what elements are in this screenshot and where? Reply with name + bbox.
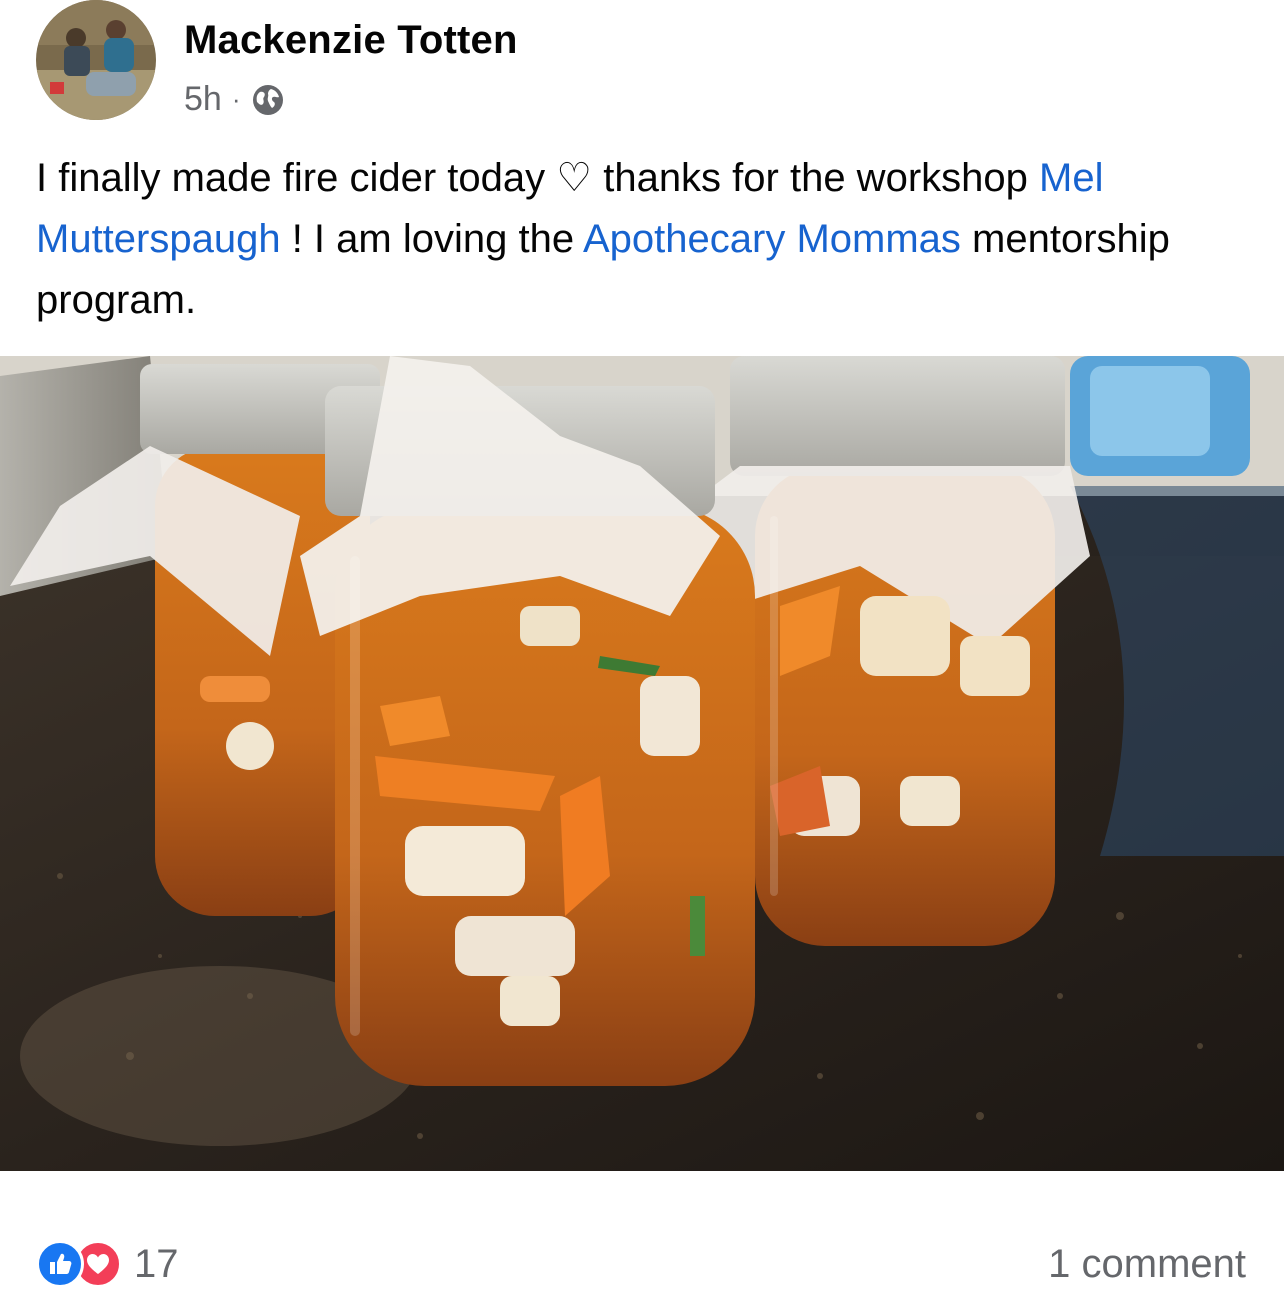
post-text-part1: I finally made fire cider today ♡ thanks… (36, 156, 1039, 200)
reaction-count: 17 (134, 1241, 179, 1286)
post-header: Mackenzie Totten 5h · (36, 0, 1256, 120)
mention-apothecary-mommas[interactable]: Apothecary Mommas (583, 217, 961, 261)
comments-count-link[interactable]: 1 comment (1048, 1242, 1246, 1287)
post-footer: 17 1 comment (36, 1232, 1246, 1292)
post-meta: 5h · (184, 80, 285, 119)
post-time[interactable]: 5h (184, 80, 222, 119)
reactions-summary[interactable]: 17 (36, 1240, 179, 1288)
globe-icon[interactable] (251, 83, 285, 117)
author-name[interactable]: Mackenzie Totten (184, 18, 518, 63)
avatar[interactable] (36, 0, 156, 120)
like-icon (36, 1240, 84, 1288)
post-text-part2: ! I am loving the (280, 217, 583, 261)
post-text: I finally made fire cider today ♡ thanks… (36, 148, 1256, 331)
post-photo[interactable] (0, 356, 1284, 1171)
meta-separator: · (231, 84, 241, 114)
